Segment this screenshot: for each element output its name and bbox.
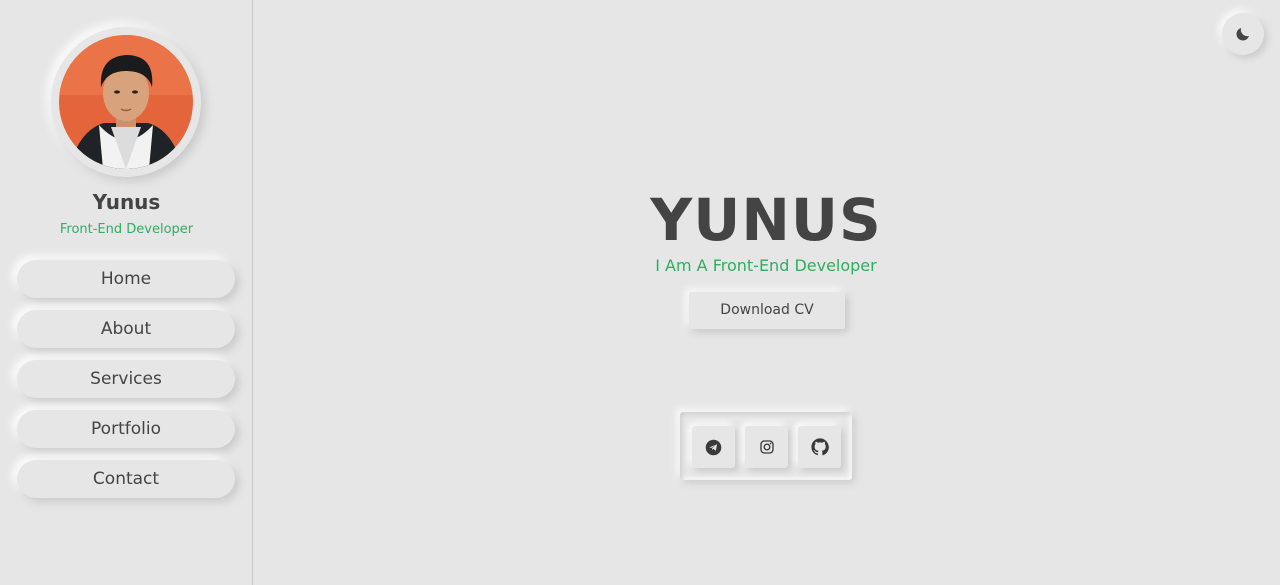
profile-name: Yunus <box>92 190 161 214</box>
telegram-button[interactable] <box>692 426 735 468</box>
avatar-frame <box>51 27 201 177</box>
instagram-button[interactable] <box>745 426 788 468</box>
hero-title: YUNUS <box>650 186 882 254</box>
avatar <box>59 35 193 169</box>
profile-role: Front-End Developer <box>59 222 194 237</box>
telegram-icon <box>705 439 722 455</box>
download-cv-button[interactable]: Download CV <box>689 292 845 329</box>
github-button[interactable] <box>798 426 841 468</box>
app-root: Yunus Front-End Developer Home About Ser… <box>0 0 1280 585</box>
instagram-icon <box>759 440 774 454</box>
nav-item-services[interactable]: Services <box>17 360 235 398</box>
nav-item-about[interactable]: About <box>17 310 235 348</box>
nav-item-portfolio[interactable]: Portfolio <box>17 410 235 448</box>
nav-item-home[interactable]: Home <box>17 260 235 298</box>
sidebar: Yunus Front-End Developer Home About Ser… <box>0 0 253 585</box>
nav-item-contact[interactable]: Contact <box>17 460 235 498</box>
github-icon <box>810 438 829 456</box>
social-links <box>680 412 852 480</box>
sidebar-nav: Home About Services Portfolio Contact <box>17 260 235 510</box>
moon-icon <box>1236 28 1249 41</box>
hero-subtitle: I Am A Front-End Developer <box>655 256 877 275</box>
theme-toggle-button[interactable] <box>1222 13 1264 55</box>
